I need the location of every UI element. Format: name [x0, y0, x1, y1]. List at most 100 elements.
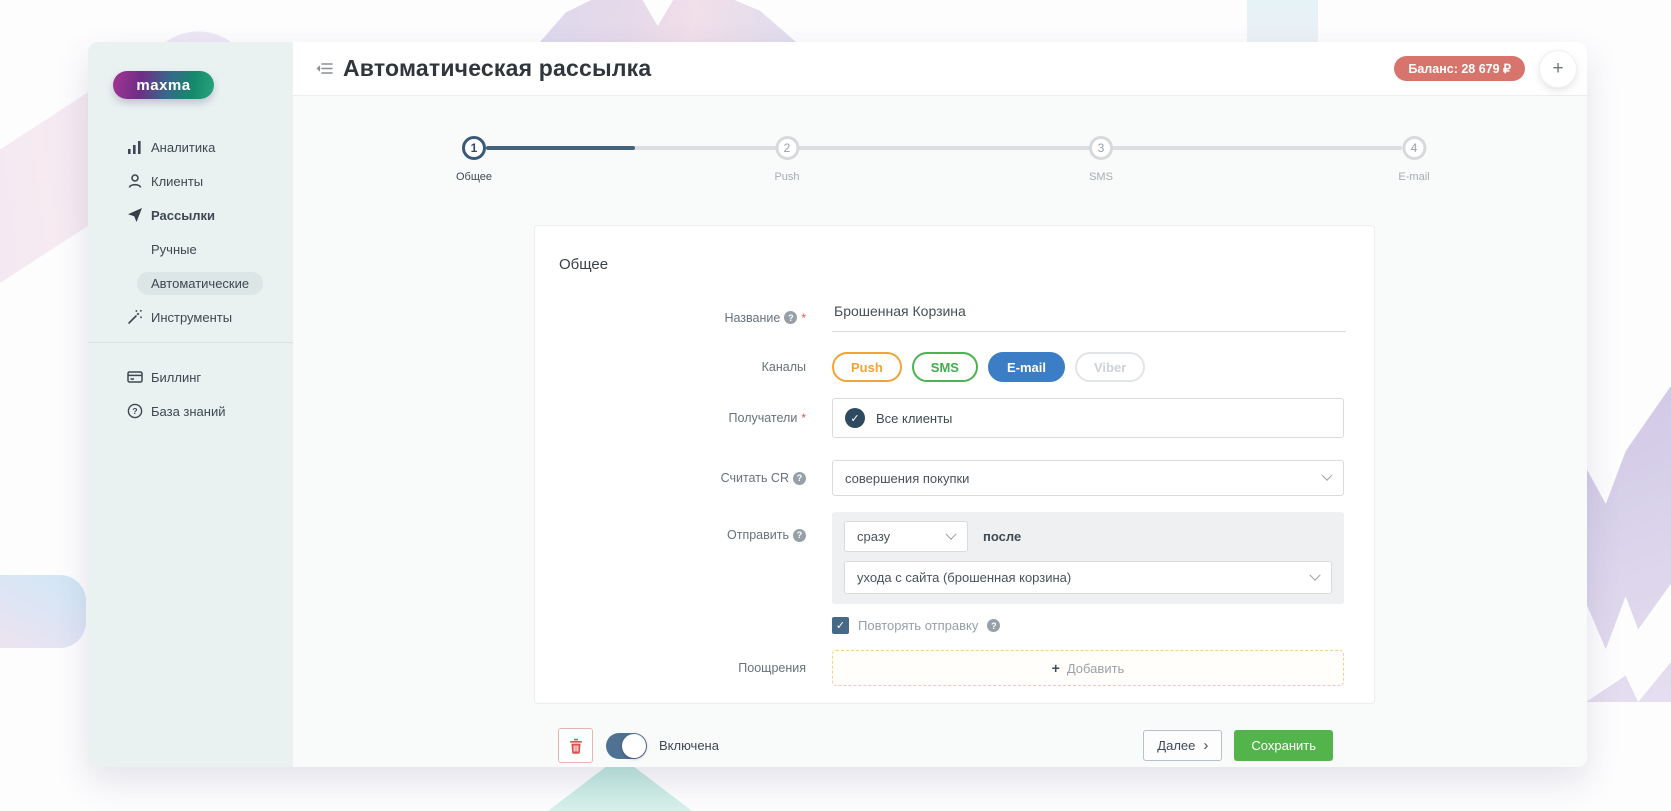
- decor-blob-left: [0, 575, 86, 648]
- step-circle: 3: [1089, 136, 1113, 160]
- step-label: Push: [774, 171, 799, 183]
- action-buttons: Далее › Сохранить: [1143, 730, 1333, 761]
- decor-square-top-right: [1247, 0, 1318, 42]
- sidebar-item-analytics[interactable]: Аналитика: [88, 130, 293, 164]
- channel-chip-email-selected[interactable]: E-mail: [988, 352, 1065, 382]
- step-circle: 1: [462, 136, 486, 160]
- recipients-value: Все клиенты: [876, 411, 952, 426]
- decor-zigzag-top-center: [540, 0, 796, 42]
- channel-chip-sms[interactable]: SMS: [912, 352, 978, 382]
- sidebar-item-label: Клиенты: [151, 174, 203, 189]
- sidebar-nav: Аналитика Клиенты Рассылки Ручные Автома…: [88, 130, 293, 334]
- delay-select[interactable]: сразу: [844, 521, 968, 552]
- page-header: Автоматическая рассылка Баланс: 28 679 ₽…: [293, 42, 1587, 96]
- sidebar-item-label: Биллинг: [151, 370, 201, 385]
- sidebar-divider: [88, 342, 293, 343]
- channel-chip-push[interactable]: Push: [832, 352, 902, 382]
- card-title: Общее: [559, 256, 1344, 273]
- chevron-down-icon: [945, 528, 956, 539]
- question-circle-icon: ?: [126, 403, 143, 420]
- channel-chip-viber-disabled: Viber: [1075, 352, 1145, 382]
- maxma-logo[interactable]: maxma: [113, 71, 214, 99]
- plus-icon: +: [1052, 661, 1060, 675]
- sidebar-item-automatic[interactable]: Автоматические: [88, 266, 293, 300]
- delete-button[interactable]: [558, 728, 593, 763]
- next-button[interactable]: Далее ›: [1143, 730, 1222, 761]
- required-mark: *: [801, 411, 806, 425]
- general-form-card: Общее Название ? * Каналы: [534, 225, 1375, 704]
- sidebar-item-manual[interactable]: Ручные: [88, 232, 293, 266]
- form-row-rewards: Поощрения + Добавить: [559, 650, 1344, 686]
- sidebar-item-label: Инструменты: [151, 310, 232, 325]
- action-row: Включена Далее › Сохранить: [534, 728, 1375, 763]
- content-area: 1 Общее 2 Push 3 SMS 4 E-mail Общее: [293, 96, 1587, 767]
- sidebar-item-knowledge-base[interactable]: ? База знаний: [88, 394, 293, 428]
- chevron-down-icon: [1321, 470, 1332, 481]
- help-icon[interactable]: ?: [793, 529, 806, 542]
- cr-select[interactable]: совершения покупки: [832, 460, 1344, 496]
- form-row-channels: Каналы Push SMS E-mail Viber: [559, 352, 1344, 382]
- sidebar-footer-nav: Биллинг ? База знаний: [88, 360, 293, 428]
- sidebar-item-billing[interactable]: Биллинг: [88, 360, 293, 394]
- magic-wand-icon: [126, 309, 143, 326]
- name-input[interactable]: [832, 303, 1346, 332]
- stepper-step-push[interactable]: 2 Push: [774, 136, 799, 183]
- balance-badge[interactable]: Баланс: 28 679 ₽: [1394, 56, 1525, 81]
- add-reward-button[interactable]: + Добавить: [832, 650, 1344, 686]
- repeat-label: Повторять отправку: [858, 618, 978, 633]
- enabled-label: Включена: [659, 738, 719, 753]
- help-icon[interactable]: ?: [793, 472, 806, 485]
- sidebar-collapse-icon[interactable]: [313, 58, 335, 80]
- stepper-step-email[interactable]: 4 E-mail: [1398, 136, 1429, 183]
- step-label: Общее: [456, 171, 492, 183]
- sidebar-item-clients[interactable]: Клиенты: [88, 164, 293, 198]
- plus-icon: +: [1552, 59, 1563, 78]
- sidebar-item-label: Ручные: [151, 242, 197, 257]
- sidebar-item-label: Рассылки: [151, 208, 215, 223]
- stepper-step-sms[interactable]: 3 SMS: [1089, 136, 1113, 183]
- send-settings-panel: сразу после ухода с сайта (брошенная кор…: [832, 512, 1344, 604]
- delay-select-value: сразу: [857, 529, 890, 544]
- stepper-step-general[interactable]: 1 Общее: [456, 136, 492, 183]
- stepper-track-progress: [486, 146, 635, 150]
- help-icon[interactable]: ?: [784, 311, 797, 324]
- toggle-knob: [622, 734, 646, 758]
- sidebar-item-label: База знаний: [151, 404, 226, 419]
- add-button[interactable]: +: [1539, 50, 1577, 88]
- cr-label: Считать CR ?: [559, 471, 806, 485]
- header-right: Баланс: 28 679 ₽ +: [1394, 50, 1577, 88]
- sidebar-item-label: Аналитика: [151, 140, 215, 155]
- trash-icon: [569, 738, 583, 754]
- event-select[interactable]: ухода с сайта (брошенная корзина): [844, 561, 1332, 594]
- enabled-toggle-on[interactable]: [606, 733, 647, 759]
- sidebar: maxma Аналитика Клиенты Рассылки: [88, 42, 293, 767]
- main-panel: Автоматическая рассылка Баланс: 28 679 ₽…: [293, 42, 1587, 767]
- cr-select-value: совершения покупки: [845, 471, 969, 486]
- rewards-label: Поощрения: [559, 661, 806, 675]
- step-circle: 2: [775, 136, 799, 160]
- add-reward-label: Добавить: [1067, 661, 1124, 676]
- page-title: Автоматическая рассылка: [343, 55, 651, 82]
- sidebar-item-mailings[interactable]: Рассылки: [88, 198, 293, 232]
- sidebar-item-label-active: Автоматические: [137, 272, 263, 295]
- check-circle-icon: ✓: [845, 408, 865, 428]
- step-label: SMS: [1089, 171, 1113, 183]
- save-button[interactable]: Сохранить: [1234, 730, 1333, 761]
- after-label: после: [983, 529, 1021, 544]
- app-window: maxma Аналитика Клиенты Рассылки: [88, 42, 1587, 767]
- person-icon: [126, 173, 143, 190]
- repeat-checkbox-checked[interactable]: ✓: [832, 617, 849, 634]
- help-icon[interactable]: ?: [987, 619, 1000, 632]
- recipients-field[interactable]: ✓ Все клиенты: [832, 398, 1344, 438]
- svg-text:?: ?: [132, 406, 137, 416]
- decor-zigzag-right: [1586, 372, 1671, 702]
- recipients-label: Получатели *: [559, 411, 806, 425]
- sidebar-item-tools[interactable]: Инструменты: [88, 300, 293, 334]
- form-row-send: Отправить ? сразу после: [559, 512, 1344, 634]
- send-icon: [126, 207, 143, 224]
- chevron-down-icon: [1309, 569, 1320, 580]
- chevron-right-icon: ›: [1203, 738, 1208, 753]
- form-row-cr: Считать CR ? совершения покупки: [559, 460, 1344, 496]
- form-row-name: Название ? *: [559, 303, 1344, 332]
- step-circle: 4: [1402, 136, 1426, 160]
